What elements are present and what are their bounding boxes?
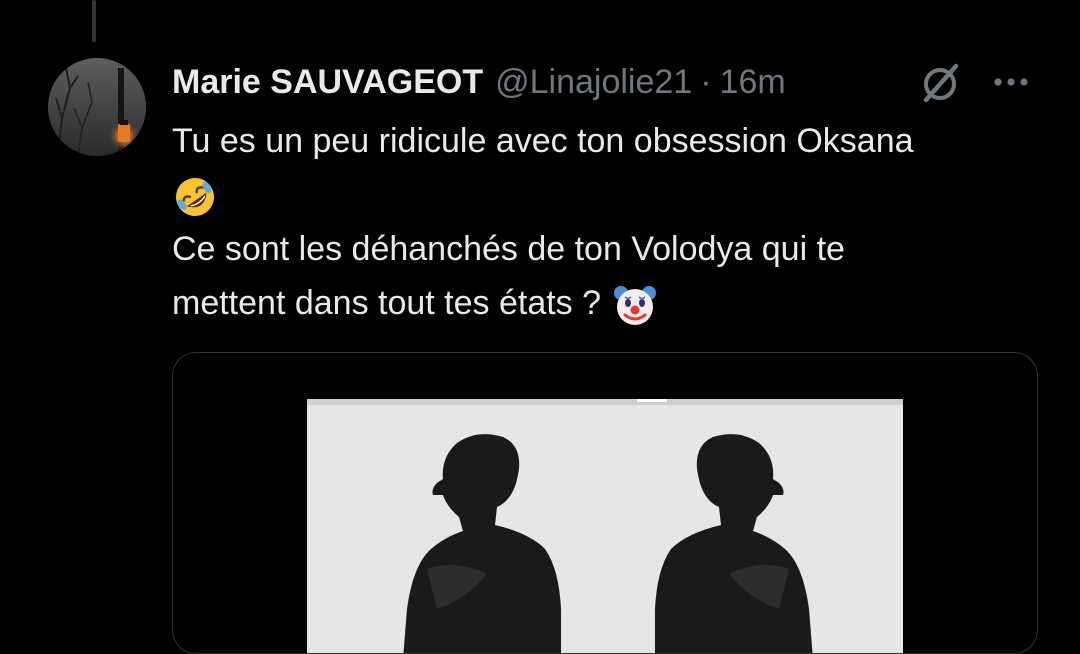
tweet-text-line: Tu es un peu ridicule avec ton obsession… — [172, 122, 914, 160]
tweet-header: Marie SAUVAGEOT @Linajolie21 · 16m — [172, 58, 786, 106]
more-horizontal-icon[interactable] — [988, 62, 1034, 102]
avatar[interactable] — [48, 58, 146, 156]
tweet-timestamp[interactable]: 16m — [720, 63, 786, 102]
silhouettes-image[interactable] — [307, 399, 903, 653]
tweet-text-line: Ce sont les déhanchés de ton Volodya qui… — [172, 230, 845, 268]
tweet-text: Tu es un peu ridicule avec ton obsession… — [172, 114, 1052, 330]
author-handle[interactable]: @Linajolie21 — [495, 63, 692, 102]
thread-connector-line — [92, 0, 96, 42]
author-display-name[interactable]: Marie SAUVAGEOT — [172, 63, 483, 102]
grok-icon[interactable] — [918, 60, 964, 106]
clown-face-icon — [611, 281, 659, 329]
tweet-text-last-line: mettent dans tout tes états ? — [172, 276, 1052, 330]
header-separator: · — [700, 62, 712, 101]
rolling-on-floor-laughing-icon — [172, 174, 218, 220]
tweet-text-emoji-line — [172, 168, 1052, 222]
tweet-text-line: mettent dans tout tes états ? — [172, 284, 602, 322]
media-card[interactable] — [172, 352, 1038, 654]
